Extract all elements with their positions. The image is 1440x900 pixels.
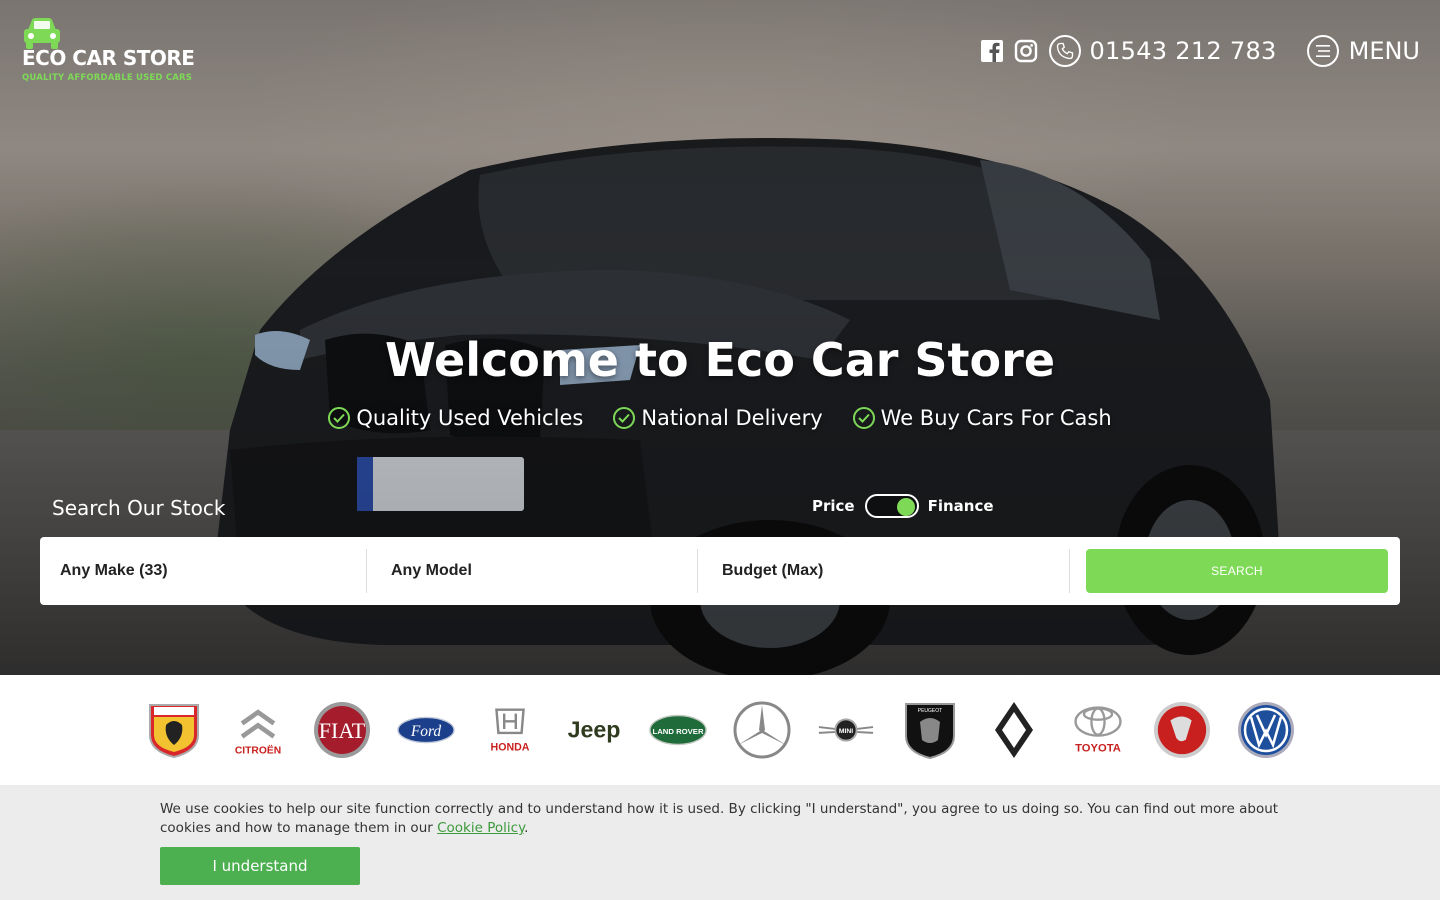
toyota-label: TOYOTA <box>1075 743 1121 755</box>
search-button[interactable]: SEARCH <box>1086 549 1388 593</box>
feature-item: We Buy Cars For Cash <box>852 406 1112 430</box>
toyota-logo-icon[interactable]: TOYOTA <box>1069 701 1127 759</box>
citroen-logo-icon[interactable]: CITROËN <box>229 701 287 759</box>
page-title: Welcome to Eco Car Store <box>384 333 1056 387</box>
fiat-label: FIAT <box>319 718 366 743</box>
price-finance-toggle[interactable] <box>864 494 919 518</box>
budget-select[interactable]: Budget (Max) <box>698 549 1070 593</box>
citroen-label: CITROËN <box>235 743 281 756</box>
ford-label: Ford <box>410 723 442 740</box>
vauxhall-logo-icon[interactable] <box>1153 701 1211 759</box>
price-finance-toggle-group: Price Finance <box>812 494 994 518</box>
check-circle-icon <box>852 407 875 429</box>
jeep-logo-icon[interactable]: Jeep <box>565 701 623 759</box>
phone-icon[interactable] <box>1049 35 1082 67</box>
model-select[interactable]: Any Model <box>367 549 698 593</box>
search-title: Search Our Stock <box>52 496 226 520</box>
logo-subtitle: QUALITY AFFORDABLE USED CARS <box>22 73 193 83</box>
hamburger-icon <box>1306 35 1339 67</box>
cookie-accept-button[interactable]: I understand <box>160 847 360 885</box>
menu-button[interactable]: MENU <box>1306 35 1420 67</box>
toggle-knob <box>896 498 915 516</box>
phone-number[interactable]: 01543 212 783 <box>1089 37 1276 65</box>
facebook-icon[interactable] <box>979 38 1005 64</box>
feature-list: Quality Used Vehicles National Delivery … <box>0 406 1440 430</box>
toggle-label-finance[interactable]: Finance <box>928 497 994 515</box>
cookie-banner: We use cookies to help our site function… <box>0 785 1440 900</box>
cookie-message: We use cookies to help our site function… <box>160 800 1280 838</box>
search-bar: Any Make (33) Any Model Budget (Max) SEA… <box>40 537 1400 605</box>
logo-title: ECO CAR STORE <box>22 46 195 70</box>
header-actions: 01543 212 783 MENU <box>979 32 1420 70</box>
menu-label: MENU <box>1348 37 1420 65</box>
land-rover-label: LAND ROVER <box>652 727 703 736</box>
jeep-label: Jeep <box>568 717 621 743</box>
feature-label: National Delivery <box>641 406 823 430</box>
make-select[interactable]: Any Make (33) <box>40 549 367 593</box>
check-circle-icon <box>613 407 636 429</box>
volkswagen-logo-icon[interactable] <box>1237 701 1295 759</box>
toggle-label-price[interactable]: Price <box>812 497 855 515</box>
abarth-logo-icon[interactable] <box>145 701 203 759</box>
brand-logos: CITROËN FIAT Ford HONDA Jeep LAND ROVER … <box>0 675 1440 785</box>
peugeot-logo-icon[interactable]: PEUGEOT <box>901 701 959 760</box>
mini-logo-icon[interactable]: MINI <box>817 701 875 759</box>
mini-label: MINI <box>839 728 853 735</box>
cookie-text-end: . <box>524 820 529 836</box>
cookie-text: We use cookies to help our site function… <box>160 801 1279 836</box>
fiat-logo-icon[interactable]: FIAT <box>313 701 371 759</box>
mercedes-logo-icon[interactable] <box>733 701 791 759</box>
renault-logo-icon[interactable] <box>985 701 1043 759</box>
instagram-icon[interactable] <box>1013 38 1039 64</box>
check-circle-icon <box>328 407 351 429</box>
car-icon <box>24 18 60 49</box>
honda-label: HONDA <box>491 741 530 753</box>
feature-label: We Buy Cars For Cash <box>880 406 1112 430</box>
site-logo[interactable]: ECO CAR STORE QUALITY AFFORDABLE USED CA… <box>22 16 195 86</box>
ford-logo-icon[interactable]: Ford <box>397 701 455 759</box>
feature-label: Quality Used Vehicles <box>356 406 584 430</box>
feature-item: National Delivery <box>613 406 823 430</box>
land-rover-logo-icon[interactable]: LAND ROVER <box>649 701 707 759</box>
peugeot-label: PEUGEOT <box>918 708 942 714</box>
cookie-policy-link[interactable]: Cookie Policy <box>437 820 524 836</box>
honda-logo-icon[interactable]: HONDA <box>481 701 539 759</box>
feature-item: Quality Used Vehicles <box>328 406 583 430</box>
